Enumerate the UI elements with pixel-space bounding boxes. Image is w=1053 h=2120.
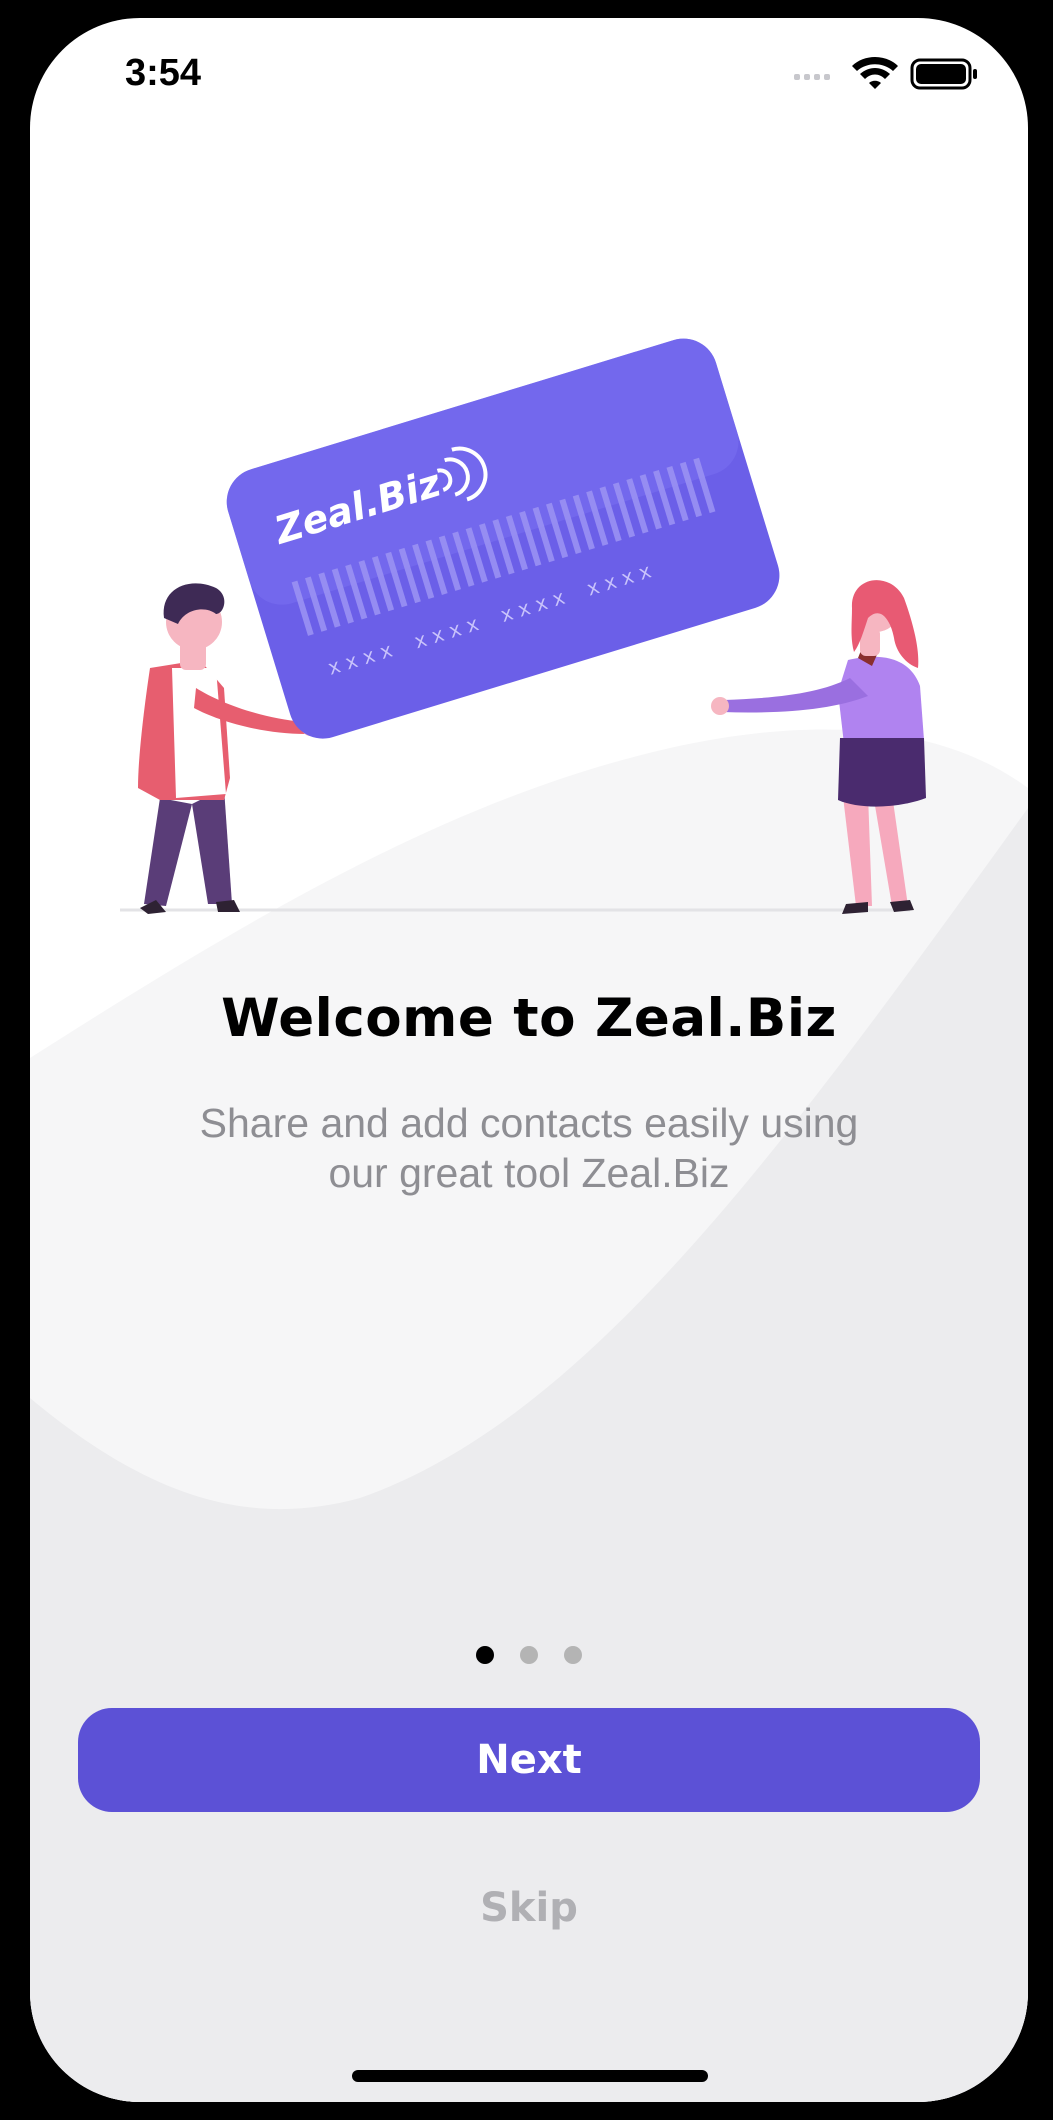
welcome-illustration: Zeal.Biz xxxx xxxx xxxx xxxx — [120, 338, 926, 914]
phone-screen: 3:54 Zeal.Biz xxxx xxxx xxxx xxxx Welcom… — [30, 18, 1028, 2102]
skip-button[interactable]: Skip — [429, 1873, 629, 1943]
page-indicator — [30, 1646, 1028, 1670]
subtitle-line: Share and add contacts easily using — [199, 1100, 859, 1146]
home-indicator[interactable] — [352, 2070, 708, 2082]
page-dot-active[interactable] — [476, 1646, 494, 1664]
wifi-icon — [852, 57, 898, 89]
status-time: 3:54 — [125, 52, 202, 94]
status-icons — [794, 57, 977, 90]
page-dot[interactable] — [564, 1646, 582, 1664]
page-dot[interactable] — [520, 1646, 538, 1664]
status-bar: 3:54 — [30, 18, 1028, 128]
welcome-subtitle: Share and add contacts easily using our … — [170, 1098, 888, 1198]
battery-icon — [910, 58, 977, 90]
business-card: Zeal.Biz xxxx xxxx xxxx xxxx — [226, 338, 780, 739]
woman-figure — [711, 580, 926, 914]
next-button[interactable]: Next — [78, 1708, 980, 1812]
subtitle-line: our great tool Zeal.Biz — [328, 1150, 730, 1196]
cellular-signal-icon — [794, 74, 830, 80]
welcome-title: Welcome to Zeal.Biz — [221, 988, 837, 1049]
